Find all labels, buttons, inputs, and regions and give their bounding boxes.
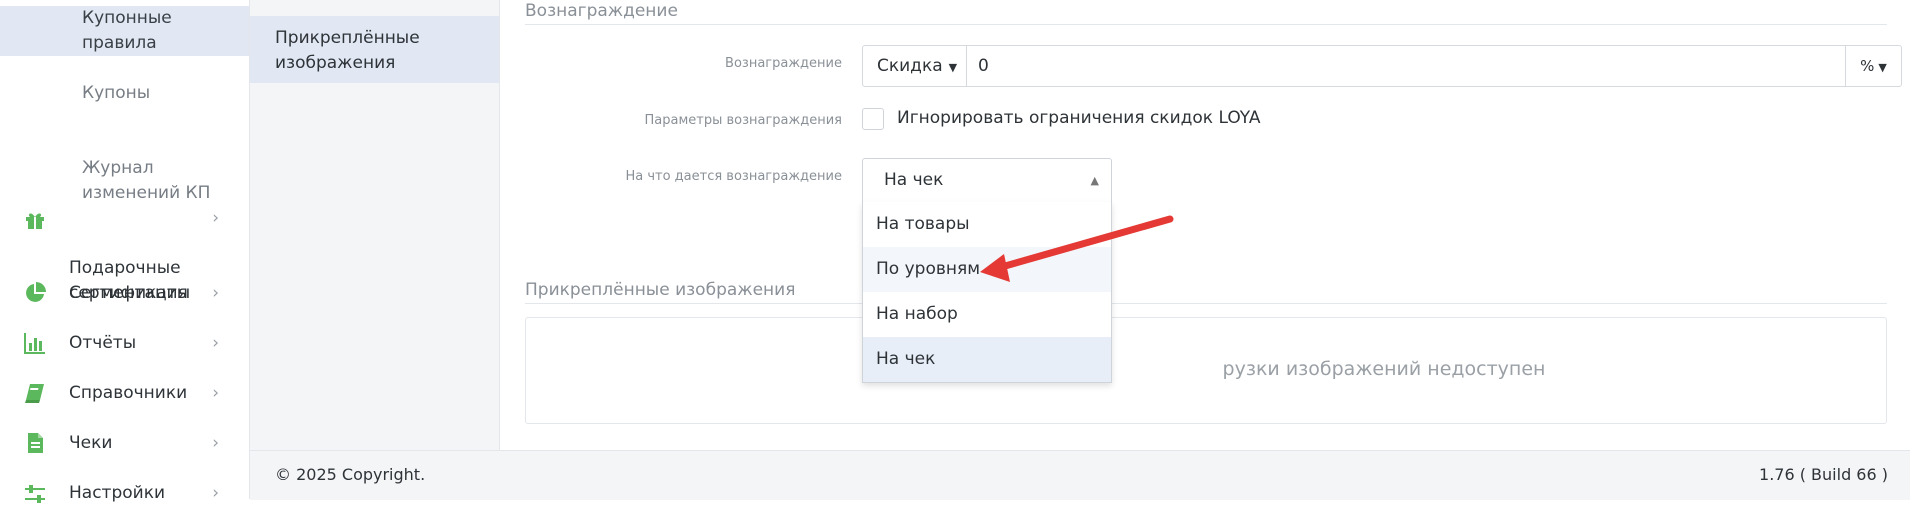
ignore-limits-checkbox[interactable] xyxy=(862,108,884,130)
sidebar-item-receipts[interactable]: Чеки › xyxy=(0,431,249,456)
bar-chart-icon xyxy=(24,333,45,354)
sidebar-item-label: Отчёты xyxy=(69,333,137,353)
section-tabs: Прикреплённые изображения xyxy=(250,0,500,450)
sidebar-item-gift-certificates[interactable]: Подарочные сертификаты › xyxy=(0,206,249,331)
chevron-right-icon: › xyxy=(212,483,219,503)
sidebar-item-settings[interactable]: Настройки › xyxy=(0,481,249,506)
reward-target-value: На чек xyxy=(884,170,944,190)
sidebar-subitem-label: Купоны xyxy=(82,83,151,103)
dropdown-option-receipt[interactable]: На чек xyxy=(863,337,1111,382)
image-upload-area: рузки изображений недоступен xyxy=(525,317,1887,424)
receipt-icon xyxy=(28,433,43,453)
chevron-right-icon: › xyxy=(212,208,219,228)
chevron-right-icon: › xyxy=(212,283,219,303)
sidebar-item-segmentation[interactable]: Сегментация › xyxy=(0,281,249,306)
caret-up-icon: ▲ xyxy=(1090,174,1099,187)
sidebar-subitem-label: Журнал изменений КП xyxy=(82,158,211,203)
sidebar-subitem-label: Купонные правила xyxy=(82,8,172,53)
tab-attached-images[interactable]: Прикреплённые изображения xyxy=(250,16,499,83)
sidebar-item-label: Сегментация xyxy=(69,283,188,303)
reward-unit-value: % xyxy=(1860,57,1875,75)
reward-value-input[interactable] xyxy=(978,46,1678,86)
sidebar-item-label: Настройки xyxy=(69,483,166,503)
ignore-limits-label: Игнорировать ограничения скидок LOYA xyxy=(897,108,1261,128)
reward-target-dropdown: На товары По уровням На набор На чек xyxy=(862,202,1112,383)
reward-params-label: Параметры вознаграждения xyxy=(644,113,843,128)
sidebar-item-references[interactable]: Справочники › xyxy=(0,381,249,406)
reward-input-group: Скидка▼ %▼ xyxy=(862,45,1902,87)
sidebar: Купонные правила Купоны Журнал изменений… xyxy=(0,0,250,503)
dropdown-option-items[interactable]: На товары xyxy=(863,202,1111,247)
tab-label: Прикреплённые изображения xyxy=(275,28,420,73)
chevron-right-icon: › xyxy=(212,333,219,353)
sidebar-subitem-coupons[interactable]: Купоны xyxy=(0,81,249,106)
reward-target-select[interactable]: На чек ▲ xyxy=(862,158,1112,203)
dropdown-option-levels[interactable]: По уровням xyxy=(863,247,1111,292)
caret-down-icon: ▼ xyxy=(948,61,958,74)
reward-unit-select[interactable]: % ▼ xyxy=(1845,46,1901,86)
book-icon xyxy=(25,384,44,403)
reward-target-label: На что дается вознаграждение xyxy=(625,169,842,184)
reward-label: Вознаграждение xyxy=(725,56,842,71)
reward-type-select[interactable]: Скидка ▼ xyxy=(863,46,967,86)
sliders-icon xyxy=(25,485,45,503)
chevron-right-icon: › xyxy=(212,383,219,403)
pie-chart-icon xyxy=(26,282,46,302)
chevron-right-icon: › xyxy=(212,433,219,453)
footer: © 2025 Copyright. 1.76 ( Build 66 ) xyxy=(250,450,1910,500)
caret-down-icon: ▼ xyxy=(1878,61,1887,74)
upload-unavailable-message: рузки изображений недоступен xyxy=(526,358,1886,380)
version-text: 1.76 ( Build 66 ) xyxy=(1759,465,1888,484)
dropdown-option-set[interactable]: На набор xyxy=(863,292,1111,337)
reward-section-title: Вознаграждение xyxy=(525,1,1887,25)
sidebar-subitem-coupon-log[interactable]: Журнал изменений КП xyxy=(0,131,249,206)
sidebar-item-reports[interactable]: Отчёты › xyxy=(0,331,249,356)
gift-icon xyxy=(26,213,44,229)
main-form: Вознаграждение Вознаграждение Скидка▼ %▼… xyxy=(500,0,1910,450)
reward-type-value: Скидка xyxy=(877,56,943,76)
copyright-text: © 2025 Copyright. xyxy=(275,465,426,484)
sidebar-item-label: Справочники xyxy=(69,383,188,403)
sidebar-item-label: Чеки xyxy=(69,433,113,453)
sidebar-subitem-coupon-rules[interactable]: Купонные правила xyxy=(0,6,249,56)
images-section-title: Прикреплённые изображения xyxy=(525,280,1887,304)
